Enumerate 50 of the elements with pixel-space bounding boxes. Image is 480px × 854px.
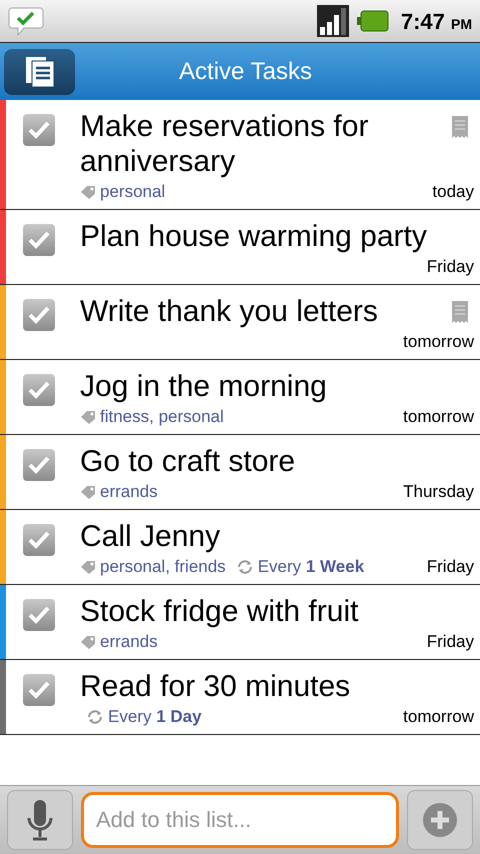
tag-icon	[80, 185, 96, 199]
task-title[interactable]: Call Jenny	[80, 519, 480, 554]
microphone-icon	[26, 798, 54, 842]
signal-icon	[316, 5, 349, 37]
due-date: today	[432, 181, 474, 204]
repeat-label: Every 1 Day	[108, 706, 202, 728]
due-date: Friday	[426, 256, 474, 278]
task-tags: fitness, personal	[100, 404, 224, 430]
due-date: tomorrow	[403, 331, 474, 354]
add-task-field[interactable]: Add to this list...	[81, 792, 399, 848]
task-tags: errands	[100, 629, 158, 655]
repeat-icon	[86, 709, 104, 725]
task-title[interactable]: Make reservations for anniversary	[80, 109, 480, 179]
plus-icon	[422, 802, 458, 838]
checkbox[interactable]	[23, 299, 55, 331]
task-title[interactable]: Plan house warming party	[80, 219, 480, 254]
due-date: Friday	[426, 556, 474, 578]
tag-icon	[80, 410, 96, 424]
tag-icon	[80, 635, 96, 649]
due-date: tomorrow	[403, 406, 474, 428]
repeat-icon	[236, 559, 254, 575]
due-date: Friday	[426, 631, 474, 654]
screen-title: Active Tasks	[179, 56, 312, 86]
checkbox[interactable]	[23, 114, 55, 146]
task-title[interactable]: Write thank you letters	[80, 294, 480, 329]
tag-icon	[80, 485, 96, 499]
clock: 7:47 PM	[400, 8, 472, 36]
notification-check-icon	[8, 5, 44, 37]
task-title[interactable]: Stock fridge with fruit	[80, 594, 480, 629]
lists-button[interactable]	[4, 48, 75, 94]
checkbox[interactable]	[23, 449, 55, 481]
checkbox[interactable]	[23, 524, 55, 556]
list-icon	[24, 56, 54, 88]
add-button[interactable]	[407, 790, 473, 850]
checkbox[interactable]	[23, 224, 55, 256]
voice-button[interactable]	[7, 790, 73, 850]
due-date: Thursday	[403, 481, 474, 504]
task-tags: errands	[100, 479, 158, 505]
due-date: tomorrow	[403, 706, 474, 728]
tag-icon	[80, 560, 96, 574]
checkbox[interactable]	[23, 374, 55, 406]
battery-icon	[356, 10, 389, 32]
task-tags: personal, friends	[100, 554, 226, 580]
task-title[interactable]: Go to craft store	[80, 444, 480, 479]
checkbox[interactable]	[23, 674, 55, 706]
repeat-label: Every 1 Week	[258, 556, 364, 578]
task-title[interactable]: Read for 30 minutes	[80, 669, 480, 704]
checkbox[interactable]	[23, 599, 55, 631]
task-title[interactable]: Jog in the morning	[80, 369, 480, 404]
task-tags: personal	[100, 179, 166, 205]
